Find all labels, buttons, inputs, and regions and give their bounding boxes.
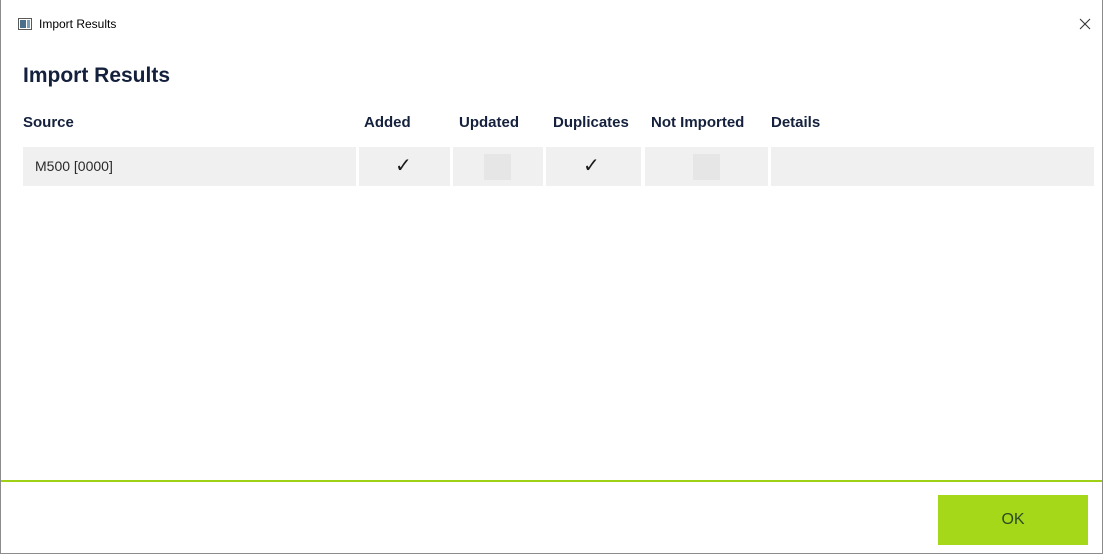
page-title: Import Results [23, 64, 171, 87]
header-added: Added [364, 114, 411, 131]
empty-indicator [484, 154, 511, 180]
cell-not-imported [645, 147, 768, 186]
source-value: M500 [0000] [35, 158, 113, 174]
cell-details [771, 147, 1094, 186]
header-duplicates: Duplicates [553, 114, 629, 131]
checkmark-icon: ✓ [583, 155, 600, 177]
window-app-icon [18, 18, 32, 30]
import-results-window: Import Results Import Results Source Add… [0, 0, 1103, 554]
close-icon [1079, 18, 1091, 30]
close-button[interactable] [1070, 10, 1100, 38]
footer-divider [1, 480, 1102, 482]
cell-duplicates: ✓ [546, 147, 641, 186]
table-header: Source Added Updated Duplicates Not Impo… [23, 114, 1095, 134]
checkmark-icon: ✓ [395, 155, 412, 177]
cell-updated [453, 147, 543, 186]
title-bar: Import Results [1, 0, 1102, 50]
header-updated: Updated [459, 114, 519, 131]
ok-button[interactable]: OK [938, 495, 1088, 545]
header-details: Details [771, 114, 821, 131]
cell-added: ✓ [359, 147, 450, 186]
empty-indicator [693, 154, 720, 180]
window-title: Import Results [39, 17, 117, 31]
table-row[interactable]: M500 [0000] ✓ ✓ [23, 147, 1094, 186]
cell-source: M500 [0000] [23, 147, 356, 186]
header-not-imported: Not Imported [651, 114, 745, 131]
header-source: Source [23, 114, 74, 131]
